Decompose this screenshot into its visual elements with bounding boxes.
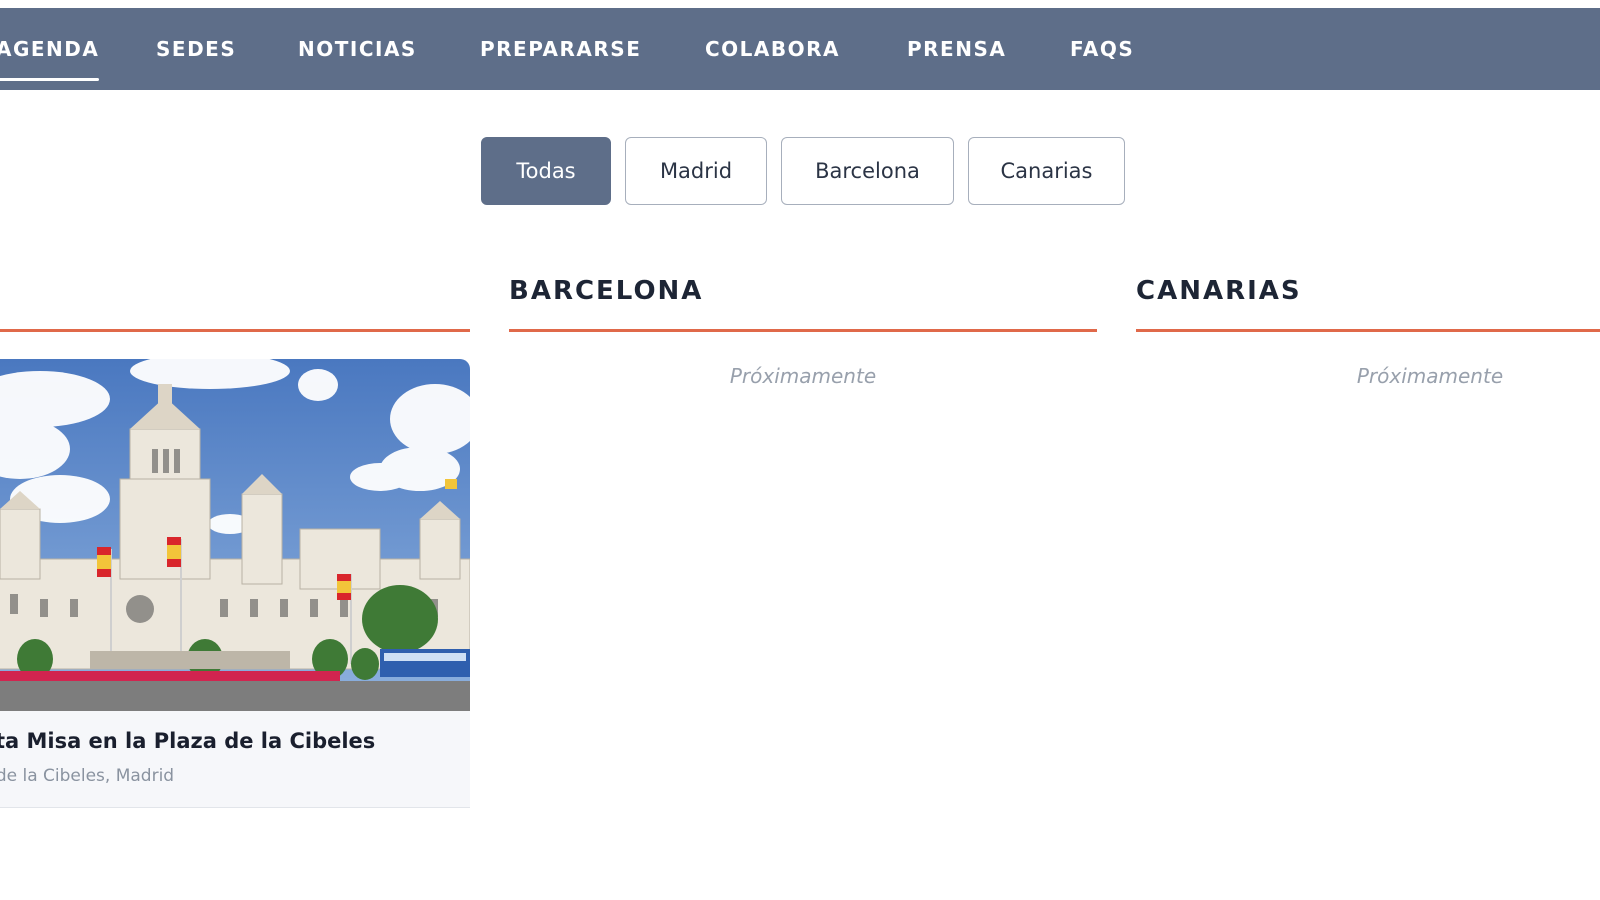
barcelona-empty-text: Próximamente (729, 364, 877, 388)
nav-item-prepararse[interactable]: PREPARARSE (480, 8, 641, 90)
filter-canarias-button[interactable]: Canarias (968, 137, 1125, 205)
filter-todas-button[interactable]: Todas (481, 137, 611, 205)
event-card-location: a de la Cibeles, Madrid (0, 766, 175, 786)
madrid-column-rule (0, 329, 470, 332)
nav-item-agenda[interactable]: AGENDA (0, 8, 100, 90)
nav-item-sedes[interactable]: SEDES (156, 8, 236, 90)
event-card-title: nta Misa en la Plaza de la Cibeles (0, 729, 376, 753)
canarias-empty-text: Próximamente (1356, 364, 1504, 388)
canarias-column-rule (1136, 329, 1600, 332)
filter-madrid-button[interactable]: Madrid (625, 137, 767, 205)
barcelona-column-rule (509, 329, 1097, 332)
nav-item-colabora[interactable]: COLABORA (705, 8, 840, 90)
cibeles-palace-image (0, 359, 470, 711)
nav-item-faqs[interactable]: FAQS (1070, 8, 1134, 90)
nav-item-noticias[interactable]: NOTICIAS (298, 8, 417, 90)
top-strip (0, 0, 1600, 8)
canarias-column-title: CANARIAS (1136, 276, 1302, 306)
barcelona-column-title: BARCELONA (509, 276, 704, 306)
filter-barcelona-button[interactable]: Barcelona (781, 137, 954, 205)
main-nav: AGENDA SEDES NOTICIAS PREPARARSE COLABOR… (0, 8, 1600, 90)
nav-item-prensa[interactable]: PRENSA (907, 8, 1006, 90)
event-card[interactable]: nta Misa en la Plaza de la Cibeles a de … (0, 359, 470, 808)
